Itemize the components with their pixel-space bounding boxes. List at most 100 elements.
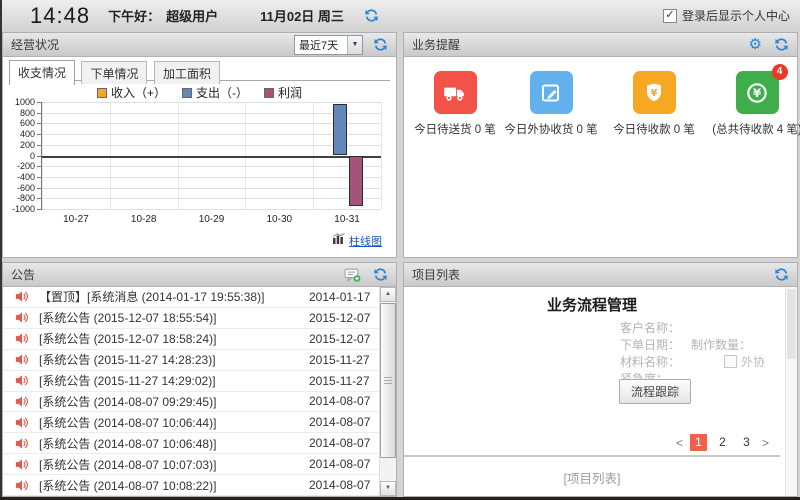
announcements-scrollbar[interactable]: ▲ ▼	[379, 287, 396, 496]
divider	[404, 455, 780, 457]
projects-header: 项目列表	[404, 263, 797, 287]
scrollbar-thumb[interactable]	[787, 289, 796, 359]
reminder-outsource-receipt[interactable]: 今日外协收货 0 笔	[502, 71, 600, 137]
reminders-header: 业务提醒 ⚙	[404, 33, 797, 57]
speaker-icon	[15, 311, 29, 324]
legend-label: 支出（-）	[196, 84, 248, 101]
chart-gridline	[42, 166, 381, 167]
bar-chart-icon	[332, 232, 345, 250]
outsource-checkbox[interactable]	[724, 355, 737, 368]
gear-icon[interactable]: ⚙	[749, 37, 762, 52]
status-tab-strip: 收支情况 下单情况 加工面积	[9, 59, 390, 81]
process-track-button[interactable]: 流程跟踪	[619, 379, 691, 404]
legend-item: 支出（-）	[182, 84, 248, 101]
pagination-prev[interactable]: <	[676, 436, 683, 450]
announcement-row[interactable]: [系统公告 (2015-12-07 18:58:24)] 2015-12-07	[3, 329, 379, 350]
business-status-title: 经营状况	[11, 36, 59, 53]
speaker-icon	[15, 395, 29, 408]
legend-swatch	[182, 88, 192, 98]
refresh-icon[interactable]	[373, 37, 388, 52]
range-select[interactable]: 最近7天 ▼	[294, 35, 363, 55]
chart-vline	[381, 102, 382, 209]
chart-legend: 收入（+） 支出（-） 利润	[3, 84, 396, 101]
announcement-date: 2014-01-17	[309, 290, 379, 304]
refresh-icon[interactable]	[774, 37, 789, 52]
reminders-panel: 业务提醒 ⚙ 今日待送货 0 笔	[403, 32, 798, 258]
speaker-icon	[15, 290, 29, 303]
legend-item: 利润	[264, 84, 302, 101]
scroll-down-icon[interactable]: ▼	[380, 481, 396, 496]
project-list-footer: [项目列表]	[404, 468, 780, 487]
legend-item: 收入（+）	[97, 84, 166, 101]
chart-gridline	[42, 123, 381, 124]
bar-line-chart-link[interactable]: 柱线图	[349, 233, 382, 249]
order-date-label: 下单日期：	[620, 336, 680, 353]
legend-swatch	[264, 88, 274, 98]
pagination-page-2[interactable]: 2	[714, 434, 731, 451]
speaker-icon	[15, 353, 29, 366]
announcements-header: 公告	[3, 263, 396, 287]
legend-label: 利润	[278, 84, 302, 101]
chart-gridline	[42, 113, 381, 114]
clock: 14:48	[30, 3, 90, 29]
projects-scrollbar[interactable]	[785, 287, 797, 496]
reminders-body: 今日待送货 0 笔 今日外协收货 0 笔 ¥	[404, 57, 797, 257]
chart-y-label: -800	[17, 193, 35, 203]
announcement-date: 2014-08-07	[309, 394, 379, 408]
speaker-icon	[15, 479, 29, 492]
speaker-icon	[15, 416, 29, 429]
announcement-row[interactable]: [系统公告 (2014-08-07 09:29:45)] 2014-08-07	[3, 392, 379, 413]
announcement-date: 2014-08-07	[309, 478, 379, 492]
reminder-delivery[interactable]: 今日待送货 0 笔	[406, 71, 504, 137]
announcement-row[interactable]: [系统公告 (2015-12-07 18:55:54)] 2015-12-07	[3, 308, 379, 329]
announcement-row[interactable]: [系统公告 (2014-08-07 10:06:48)] 2014-08-07	[3, 433, 379, 454]
announcement-date: 2014-08-07	[309, 457, 379, 471]
chart-x-label: 10-30	[245, 214, 313, 225]
add-message-icon[interactable]	[344, 267, 361, 283]
personal-center-checkbox[interactable]: ✓	[663, 9, 677, 23]
reminder-collect-total[interactable]: ¥ 4 (总共待收款 4 笔)	[708, 71, 800, 137]
announcement-text: [系统公告 (2014-08-07 10:06:44)]	[39, 414, 309, 431]
chart-gridline	[42, 177, 381, 178]
chart-y-tick	[37, 209, 42, 210]
projects-body: 业务流程管理 客户名称： 下单日期： 制作数量： 材料名称： 外协 紧急度： 流…	[404, 287, 797, 496]
refresh-icon[interactable]	[364, 8, 379, 23]
business-status-header: 经营状况 最近7天 ▼	[3, 33, 396, 57]
scrollbar-thumb[interactable]	[380, 303, 396, 458]
tab-orders[interactable]: 下单情况	[81, 61, 147, 84]
announcement-date: 2015-12-07	[309, 332, 379, 346]
chart-y-label: 200	[20, 140, 35, 150]
announcement-text: [系统公告 (2015-11-27 14:29:02)]	[39, 372, 309, 389]
chart-y-label: -1000	[12, 204, 35, 214]
pagination-next[interactable]: >	[762, 436, 769, 450]
announcements-panel: 公告 【置顶】[系统消息 (2014-01-17 19:55:38	[2, 262, 397, 497]
announcement-row[interactable]: 【置顶】[系统消息 (2014-01-17 19:55:38)] 2014-01…	[3, 287, 379, 308]
announcement-date: 2014-08-07	[309, 436, 379, 450]
reminder-collect-today[interactable]: ¥ 今日待收款 0 笔	[605, 71, 703, 137]
announcement-row[interactable]: [系统公告 (2015-11-27 14:28:23)] 2015-11-27	[3, 350, 379, 371]
outsource-label: 外协	[741, 353, 765, 370]
tab-processing-area[interactable]: 加工面积	[154, 61, 220, 84]
current-date: 11月02日 周三	[260, 6, 344, 25]
legend-swatch	[97, 88, 107, 98]
chart-zero-axis	[42, 156, 381, 158]
range-select-value: 最近7天	[295, 37, 347, 53]
announcement-row[interactable]: [系统公告 (2014-08-07 10:08:22)] 2014-08-07	[3, 475, 379, 496]
announcement-text: [系统公告 (2014-08-07 09:29:45)]	[39, 393, 309, 410]
announcement-row[interactable]: [系统公告 (2015-11-27 14:29:02)] 2015-11-27	[3, 371, 379, 392]
announcement-row[interactable]: [系统公告 (2014-08-07 10:07:03)] 2014-08-07	[3, 454, 379, 475]
announcement-text: [系统公告 (2015-12-07 18:58:24)]	[39, 330, 309, 347]
chart-gridline	[42, 198, 381, 199]
chart-y-label: -200	[17, 161, 35, 171]
tab-income-expense[interactable]: 收支情况	[9, 60, 75, 85]
business-status-body: 收支情况 下单情况 加工面积 收入（+）支出（-）利润 100080060040…	[3, 57, 396, 257]
scroll-up-icon[interactable]: ▲	[380, 287, 396, 302]
announcement-row[interactable]: [系统公告 (2014-08-07 10:06:44)] 2014-08-07	[3, 412, 379, 433]
pagination-page-1[interactable]: 1	[690, 434, 707, 451]
chart-y-label: 1000	[15, 97, 35, 107]
personal-center-label: 登录后显示个人中心	[682, 7, 790, 24]
pagination-page-3[interactable]: 3	[738, 434, 755, 451]
refresh-icon[interactable]	[373, 267, 388, 282]
refresh-icon[interactable]	[774, 267, 789, 282]
announcement-text: [系统公告 (2014-08-07 10:06:48)]	[39, 435, 309, 452]
